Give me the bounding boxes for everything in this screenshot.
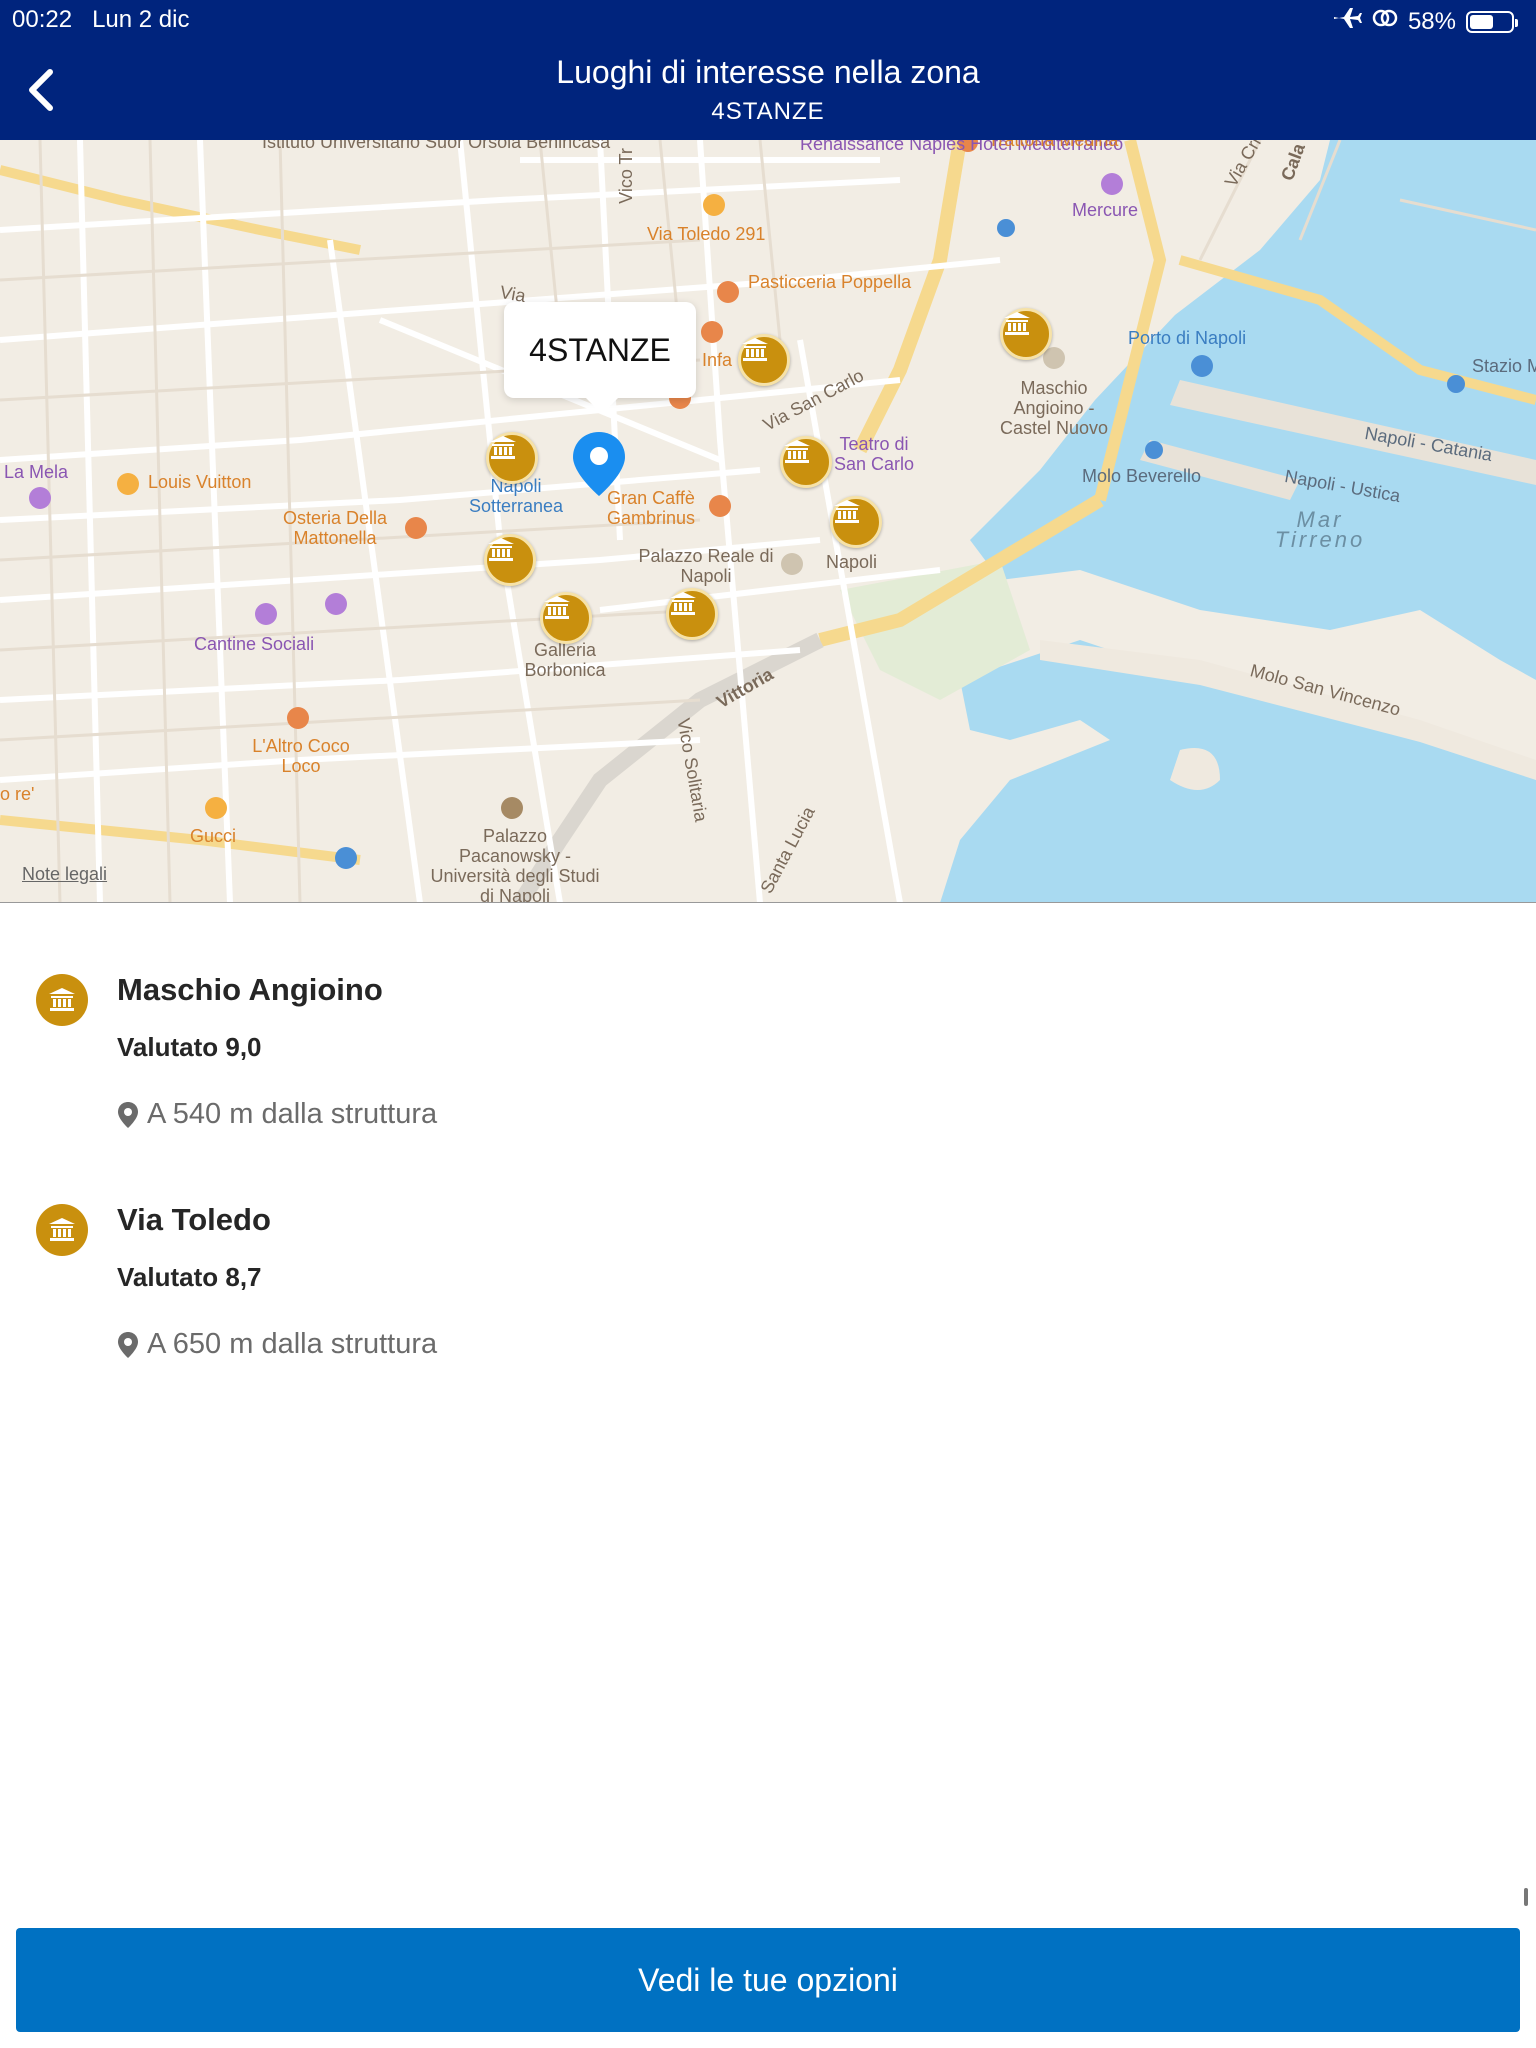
map-label-ore: o re' — [0, 784, 35, 804]
map-pin-icon — [118, 1331, 138, 1358]
map-label-altro-coco: L'Altro Coco Loco — [252, 736, 350, 776]
museum-icon[interactable] — [486, 432, 538, 484]
map-label-vico-tr: Vico Tr — [615, 148, 636, 204]
map-label-maschio: Maschio Angioino - Castel Nuovo — [999, 378, 1109, 438]
status-date: Lun 2 dic — [92, 6, 190, 33]
list-item[interactable]: Via Toledo Valutato 8,7 A 650 m dalla st… — [0, 1160, 1536, 1390]
list-item[interactable]: Maschio Angioino Valutato 9,0 A 540 m da… — [0, 930, 1536, 1160]
map-label-osteria: Osteria Della Mattonella — [282, 508, 388, 548]
map-label-louis-vuitton: Louis Vuitton — [148, 472, 252, 492]
legal-notes-link[interactable]: Note legali — [22, 864, 107, 885]
map-label-napoli: Napoli — [826, 552, 878, 572]
map-label-via-toledo: Via Toledo 291 — [647, 224, 766, 244]
places-list: Maschio Angioino Valutato 9,0 A 540 m da… — [0, 930, 1536, 1390]
scrollbar[interactable] — [1524, 1888, 1528, 1906]
battery-percent: 58% — [1407, 7, 1456, 35]
map-label-palazzo-reale: Palazzo Reale di Napoli — [638, 546, 774, 586]
map-label-infa: Infa — [702, 350, 733, 370]
see-options-button[interactable]: Vedi le tue opzioni — [16, 1928, 1520, 2032]
map-label-stazione: Stazio Maritt Termi — [1472, 356, 1536, 376]
place-distance-text: A 650 m dalla struttura — [147, 1328, 438, 1360]
map-label-la-mela: La Mela — [4, 462, 69, 482]
place-name: Via Toledo — [117, 1202, 271, 1237]
map-label-molo-beverello: Molo Beverello — [1082, 466, 1202, 486]
map-label-palazzo-pacanowsky: Palazzo Pacanowsky - Università degli St… — [430, 826, 600, 903]
battery-fill — [1470, 14, 1494, 29]
map-label-teatro: Teatro di San Carlo — [833, 434, 915, 474]
map-label-gucci: Gucci — [190, 826, 237, 846]
place-distance-text: A 540 m dalla struttura — [147, 1098, 438, 1130]
status-right: 58% — [1332, 6, 1518, 37]
museum-icon — [36, 1204, 88, 1256]
status-bar: 00:22 Lun 2 dic 58% — [0, 0, 1536, 40]
property-pin-icon[interactable] — [570, 430, 628, 498]
map-label-mar-tirreno: Mar Tirreno — [1274, 507, 1366, 552]
map-pin-icon — [118, 1101, 138, 1128]
museum-icon[interactable] — [830, 496, 882, 548]
map-label-cantine: Cantine Sociali — [194, 634, 315, 654]
place-name: Maschio Angioino — [117, 972, 383, 1007]
place-rating: Valutato 8,7 — [117, 1262, 262, 1292]
map-label-galleria: Galleria Borbonica — [524, 640, 606, 680]
battery-icon — [1466, 10, 1518, 33]
museum-icon[interactable] — [540, 592, 592, 644]
map-view[interactable]: Istituto Universitario Suor Orsola Benin… — [0, 140, 1536, 903]
status-time: 00:22 — [12, 6, 73, 33]
map-label-porto: Porto di Napoli — [1128, 328, 1247, 348]
place-distance: A 540 m dalla struttura — [117, 1098, 437, 1131]
museum-icon — [36, 974, 88, 1026]
place-rating: Valutato 9,0 — [117, 1032, 262, 1062]
museum-icon[interactable] — [1000, 308, 1052, 360]
map-label-pasticceria: Pasticceria Poppella — [748, 272, 912, 292]
museum-icon[interactable] — [780, 436, 832, 488]
link-icon — [1372, 6, 1398, 37]
museum-icon[interactable] — [738, 334, 790, 386]
place-distance: A 650 m dalla struttura — [117, 1328, 437, 1361]
airplane-icon — [1332, 6, 1362, 37]
page-subtitle: 4STANZE — [711, 98, 825, 125]
property-callout[interactable]: 4STANZE — [504, 302, 696, 414]
map-label-mercure: Mercure — [1072, 200, 1139, 220]
map-label-universitario: Istituto Universitario Suor Orsola Benin… — [262, 140, 611, 152]
status-left: 00:22 Lun 2 dic — [12, 6, 189, 34]
map-label-trattoria: Trattoria Medina — [988, 140, 1119, 150]
page-title: Luoghi di interesse nella zona — [556, 54, 980, 90]
museum-icon[interactable] — [666, 588, 718, 640]
navigation-bar: Luoghi di interesse nella zona 4STANZE — [0, 40, 1536, 140]
museum-icon[interactable] — [484, 534, 536, 586]
